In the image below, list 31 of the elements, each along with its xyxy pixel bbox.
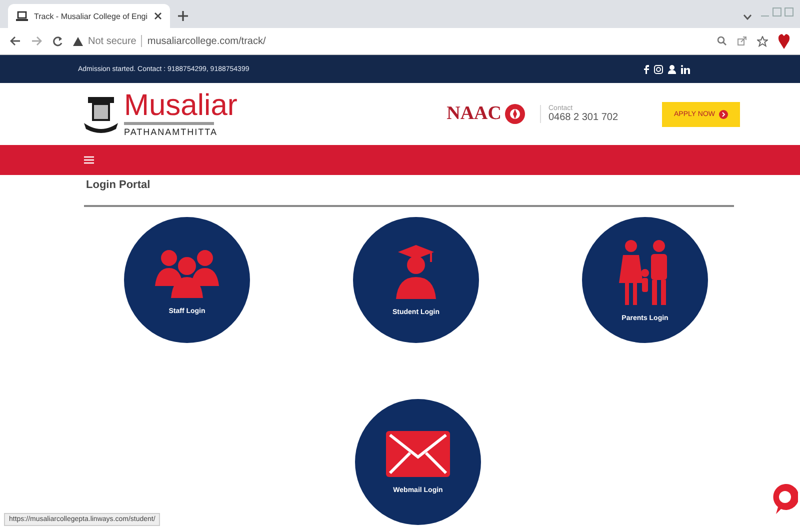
logo-place: PATHANAMTHITTA bbox=[124, 126, 218, 136]
new-tab-icon[interactable] bbox=[178, 11, 188, 21]
back-icon[interactable] bbox=[10, 36, 21, 46]
crest-icon bbox=[82, 95, 120, 133]
facebook-icon[interactable] bbox=[644, 64, 649, 74]
address-field[interactable]: Not secure musaliarcollege.com/track/ bbox=[73, 31, 707, 51]
chat-bubble-icon[interactable] bbox=[772, 484, 798, 514]
reload-icon[interactable] bbox=[52, 36, 63, 46]
envelope-icon bbox=[386, 430, 450, 476]
contact-phone: 0468 2 301 702 bbox=[548, 112, 618, 123]
instagram-icon[interactable] bbox=[654, 64, 663, 74]
page-title: Login Portal bbox=[86, 179, 152, 191]
menu-icon[interactable] bbox=[84, 156, 94, 164]
security-label: Not secure bbox=[88, 36, 136, 46]
graduate-icon bbox=[394, 244, 438, 298]
url-text: musaliarcollege.com/track/ bbox=[147, 36, 266, 46]
naac-logo-text: NAAC bbox=[446, 103, 502, 125]
logo-name: Musaliar bbox=[124, 92, 238, 120]
close-icon[interactable] bbox=[154, 12, 162, 20]
emblem-icon bbox=[504, 103, 526, 125]
laptop-icon bbox=[16, 11, 28, 21]
warning-icon bbox=[73, 36, 83, 46]
chevron-down-icon[interactable] bbox=[743, 14, 752, 20]
linkedin-icon[interactable] bbox=[681, 64, 690, 74]
browser-tab[interactable]: Track - Musaliar College of Engi bbox=[8, 4, 170, 28]
star-icon[interactable] bbox=[757, 36, 768, 46]
search-icon[interactable] bbox=[717, 36, 727, 46]
person-icon[interactable] bbox=[668, 64, 676, 74]
share-icon[interactable] bbox=[737, 36, 747, 46]
tab-title: Track - Musaliar College of Engi bbox=[34, 12, 148, 20]
arrow-circle-icon bbox=[719, 110, 728, 118]
